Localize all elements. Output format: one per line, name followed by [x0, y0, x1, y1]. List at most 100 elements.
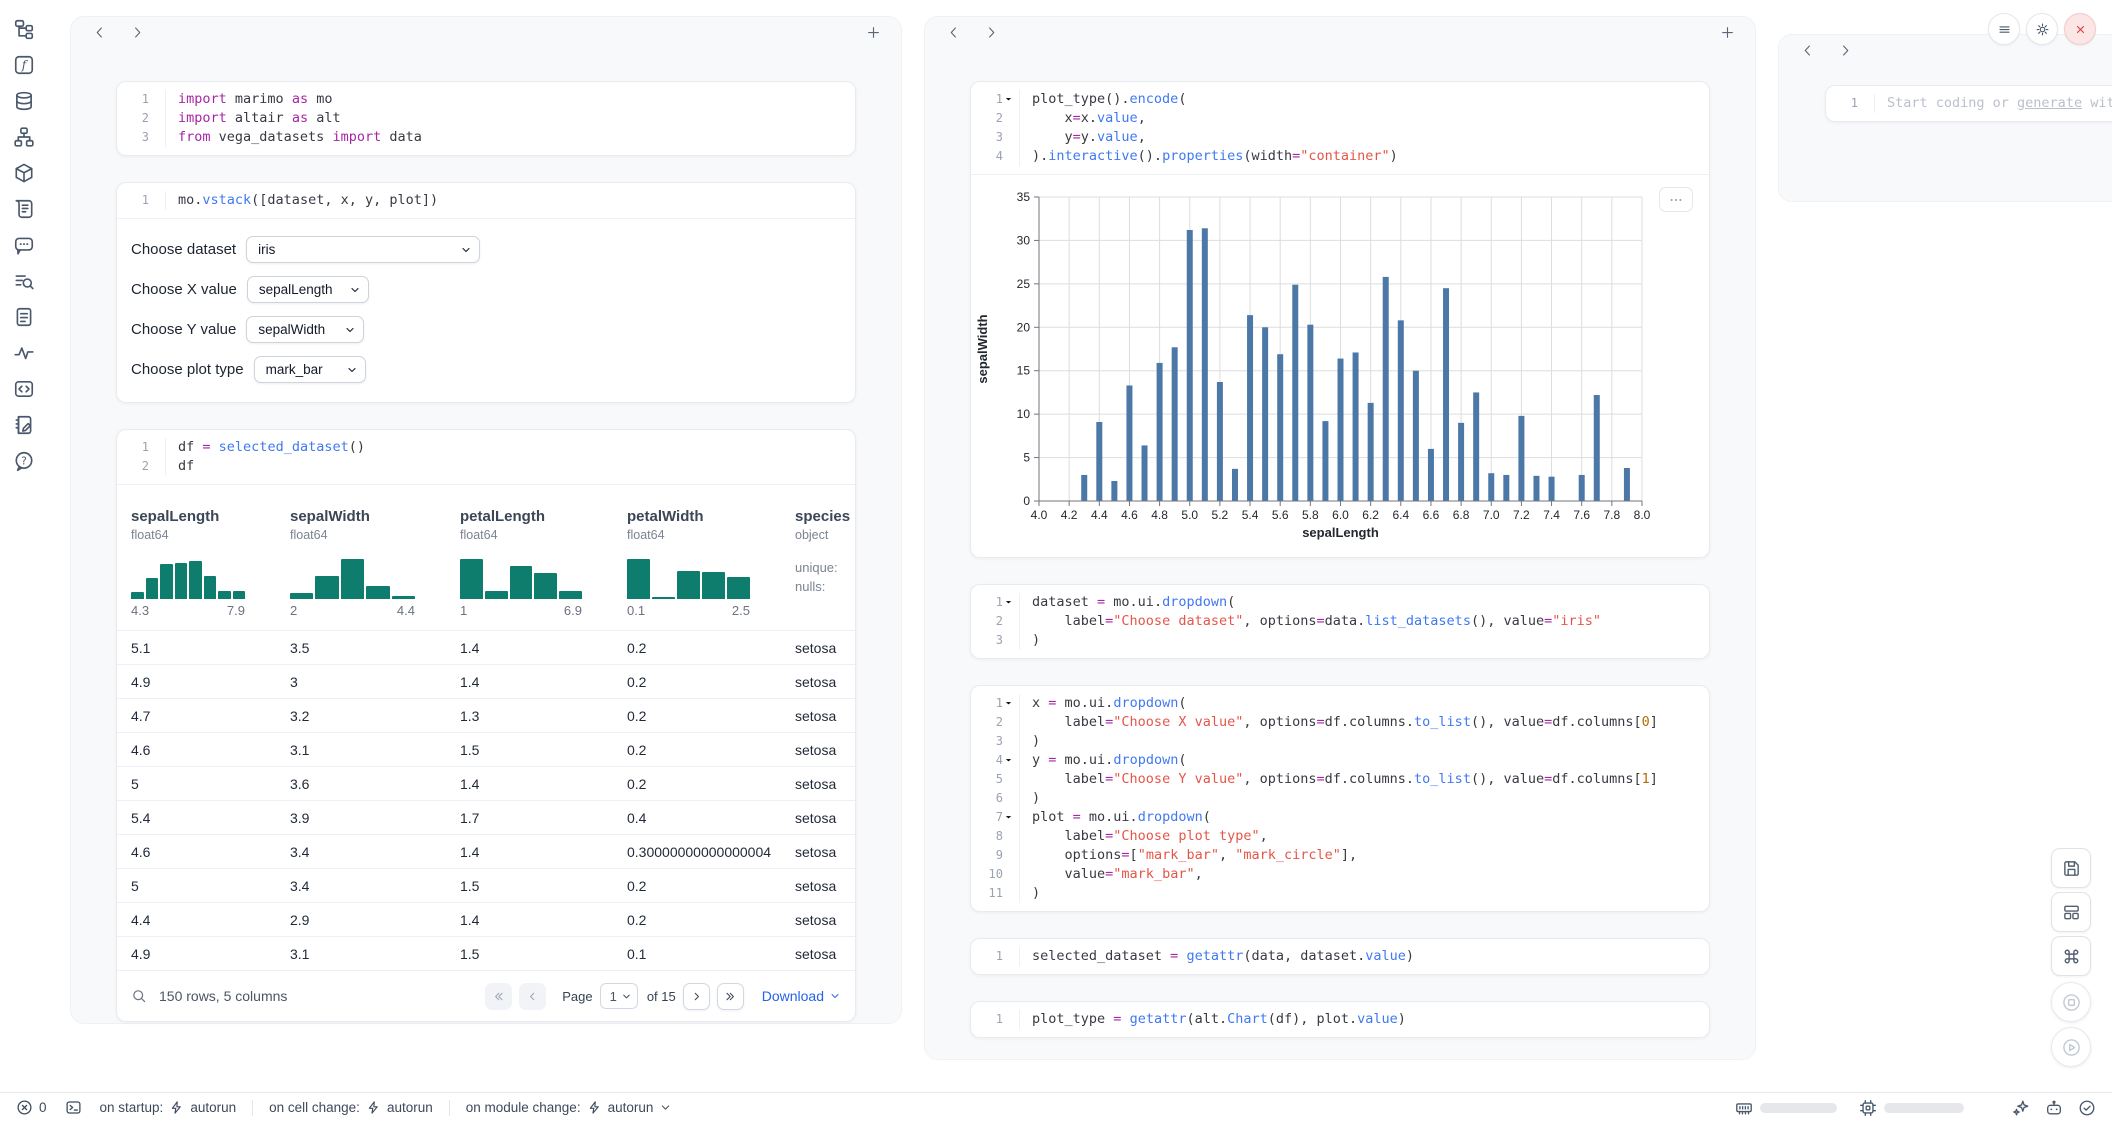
documentation-icon[interactable] — [13, 306, 35, 328]
code-line[interactable]: 1plot_type = getattr(alt.Chart(df), plot… — [971, 1010, 1709, 1029]
cell-plot-type[interactable]: 1plot_type = getattr(alt.Chart(df), plot… — [970, 1001, 1710, 1038]
cell-dataset-dropdown[interactable]: 1dataset = mo.ui.dropdown(2 label="Choos… — [970, 584, 1710, 659]
code-placeholder[interactable]: Start coding or generate with — [1875, 94, 2112, 113]
code-editor-vstack[interactable]: 1mo.vstack([dataset, x, y, plot]) — [117, 183, 855, 218]
cell-dataframe[interactable]: 1df = selected_dataset()2df sepalLengthf… — [116, 429, 856, 1022]
code-line[interactable]: 3 y=y.value, — [971, 128, 1709, 147]
code-line[interactable]: 2import altair as alt — [117, 109, 855, 128]
code-line[interactable]: 6) — [971, 789, 1709, 808]
ai-chat-icon[interactable] — [13, 234, 35, 256]
fold-chevron-icon[interactable] — [1004, 697, 1017, 710]
add-column-button[interactable] — [861, 20, 885, 44]
run-button[interactable] — [2051, 1027, 2091, 1067]
column-histogram[interactable] — [460, 557, 582, 599]
move-column-right-button[interactable] — [125, 20, 149, 44]
settings-button[interactable] — [2026, 13, 2058, 45]
code-line[interactable]: 2 label="Choose X value", options=df.col… — [971, 713, 1709, 732]
stop-button[interactable] — [2051, 982, 2091, 1022]
dropdown-choose-dataset[interactable]: iris — [246, 236, 480, 263]
layout-button[interactable] — [2051, 892, 2091, 932]
first-page-button[interactable] — [485, 983, 512, 1010]
add-column-button[interactable] — [1715, 20, 1739, 44]
help-icon[interactable]: ? — [13, 450, 35, 472]
code-line[interactable]: 1x = mo.ui.dropdown( — [971, 694, 1709, 713]
errors-indicator[interactable]: 0 — [16, 1099, 47, 1116]
code-editor-selected-dataset[interactable]: 1selected_dataset = getattr(data, datase… — [971, 939, 1709, 974]
code-line[interactable]: 10 value="mark_bar", — [971, 865, 1709, 884]
dropdown-choose-y-value[interactable]: sepalWidth — [246, 316, 364, 343]
code-line[interactable]: 1plot_type().encode( — [971, 90, 1709, 109]
memory-icon[interactable] — [1735, 1099, 1753, 1117]
logs-icon[interactable] — [13, 198, 35, 220]
table-row[interactable]: 4.63.41.40.30000000000000004setosa — [117, 834, 855, 868]
fold-chevron-icon[interactable] — [1004, 811, 1017, 824]
scratchpad-icon[interactable] — [13, 414, 35, 436]
table-row[interactable]: 5.43.91.70.4setosa — [117, 800, 855, 834]
last-page-button[interactable] — [717, 983, 744, 1010]
code-editor-dataset-dropdown[interactable]: 1dataset = mo.ui.dropdown(2 label="Choos… — [971, 585, 1709, 658]
previous-page-button[interactable] — [519, 983, 546, 1010]
move-column-right-button[interactable] — [1833, 38, 1857, 62]
on-module-change-setting[interactable]: on module change: autorun — [466, 1100, 673, 1115]
table-row[interactable]: 4.42.91.40.2setosa — [117, 902, 855, 936]
column-header-sepalLength[interactable]: sepalLengthfloat644.37.9 — [131, 507, 290, 618]
connection-status-icon[interactable] — [2078, 1099, 2096, 1117]
cell-vstack[interactable]: 1mo.vstack([dataset, x, y, plot]) Choose… — [116, 182, 856, 403]
database-icon[interactable] — [13, 90, 35, 112]
fold-chevron-icon[interactable] — [1004, 596, 1017, 609]
column-header-species[interactable]: speciesobjectunique:nulls: — [795, 507, 841, 618]
outline-search-icon[interactable] — [13, 270, 35, 292]
code-line[interactable]: 3from vega_datasets import data — [117, 128, 855, 147]
fold-chevron-icon[interactable] — [1004, 754, 1017, 767]
code-line[interactable]: 2 label="Choose dataset", options=data.l… — [971, 612, 1709, 631]
code-line[interactable]: 11) — [971, 884, 1709, 903]
generate-with-ai-link[interactable]: generate — [2017, 95, 2082, 111]
table-row[interactable]: 5.13.51.40.2setosa — [117, 630, 855, 664]
code-editor-plot-type[interactable]: 1plot_type = getattr(alt.Chart(df), plot… — [971, 1002, 1709, 1037]
tracing-icon[interactable] — [13, 342, 35, 364]
column-header-sepalWidth[interactable]: sepalWidthfloat6424.4 — [290, 507, 460, 618]
on-startup-setting[interactable]: on startup: autorun — [100, 1100, 237, 1115]
keyboard-shortcuts-button[interactable] — [2051, 936, 2091, 976]
copilot-icon[interactable] — [2045, 1099, 2063, 1117]
code-editor-dataframe[interactable]: 1df = selected_dataset()2df — [117, 430, 855, 484]
column-histogram[interactable] — [131, 557, 245, 599]
snippets-icon[interactable] — [13, 378, 35, 400]
table-row[interactable]: 53.61.40.2setosa — [117, 766, 855, 800]
move-column-right-button[interactable] — [979, 20, 1003, 44]
code-line[interactable]: 4y = mo.ui.dropdown( — [971, 751, 1709, 770]
ai-sparkles-icon[interactable] — [2012, 1099, 2030, 1117]
table-row[interactable]: 53.41.50.2setosa — [117, 868, 855, 902]
code-line[interactable]: 9 options=["mark_bar", "mark_circle"], — [971, 846, 1709, 865]
move-column-left-button[interactable] — [941, 20, 965, 44]
code-line[interactable]: 1selected_dataset = getattr(data, datase… — [971, 947, 1709, 966]
dropdown-choose-x-value[interactable]: sepalLength — [247, 276, 369, 303]
code-line[interactable]: 2 x=x.value, — [971, 109, 1709, 128]
column-header-petalLength[interactable]: petalLengthfloat6416.9 — [460, 507, 627, 618]
download-button[interactable]: Download — [762, 988, 841, 1004]
dropdown-choose-plot-type[interactable]: mark_bar — [254, 356, 366, 383]
dependencies-icon[interactable] — [13, 126, 35, 148]
code-line[interactable]: 1df = selected_dataset() — [117, 438, 855, 457]
close-button[interactable] — [2064, 13, 2096, 45]
save-button[interactable] — [2051, 848, 2091, 888]
table-row[interactable]: 4.63.11.50.2setosa — [117, 732, 855, 766]
fold-chevron-icon[interactable] — [1004, 93, 1017, 106]
code-line[interactable]: 3) — [971, 631, 1709, 650]
chart-options-button[interactable] — [1659, 187, 1693, 212]
cell-empty[interactable]: 1 Start coding or generate with — [1825, 85, 2112, 122]
packages-icon[interactable] — [13, 162, 35, 184]
move-column-left-button[interactable] — [87, 20, 111, 44]
cell-imports[interactable]: 1import marimo as mo2import altair as al… — [116, 81, 856, 156]
code-line[interactable]: 1dataset = mo.ui.dropdown( — [971, 593, 1709, 612]
table-row[interactable]: 4.73.21.30.2setosa — [117, 698, 855, 732]
code-line[interactable]: 7plot = mo.ui.dropdown( — [971, 808, 1709, 827]
move-column-left-button[interactable] — [1795, 38, 1819, 62]
code-line[interactable]: 3) — [971, 732, 1709, 751]
code-line[interactable]: 1mo.vstack([dataset, x, y, plot]) — [117, 191, 855, 210]
code-line[interactable]: 1import marimo as mo — [117, 90, 855, 109]
code-line[interactable]: 8 label="Choose plot type", — [971, 827, 1709, 846]
cell-xy-plot-dropdowns[interactable]: 1x = mo.ui.dropdown(2 label="Choose X va… — [970, 685, 1710, 912]
code-editor-xy-plot-dropdowns[interactable]: 1x = mo.ui.dropdown(2 label="Choose X va… — [971, 686, 1709, 911]
cell-chart[interactable]: 1plot_type().encode(2 x=x.value,3 y=y.va… — [970, 81, 1710, 558]
